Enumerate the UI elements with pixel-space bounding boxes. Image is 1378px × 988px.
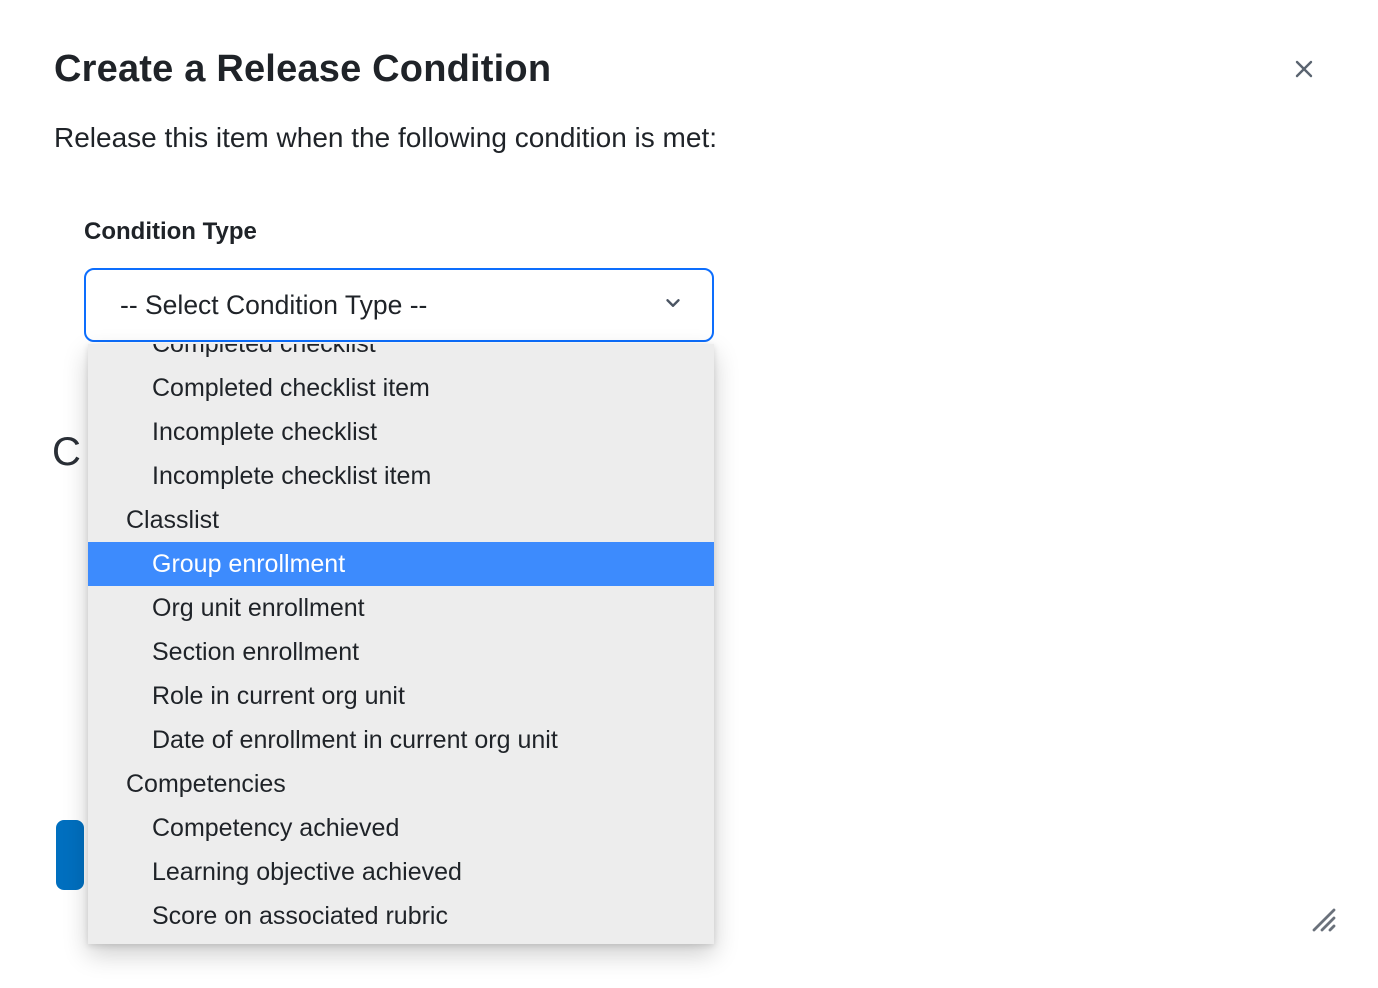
condition-option-learning-objective-achieved[interactable]: Learning objective achieved bbox=[88, 850, 714, 894]
condition-option-completed-checklist-item[interactable]: Completed checklist item bbox=[88, 366, 714, 410]
condition-option-score-on-associated-rubric[interactable]: Score on associated rubric bbox=[88, 894, 714, 938]
dialog-title: Create a Release Condition bbox=[54, 48, 551, 91]
condition-option-role-in-current-org-unit[interactable]: Role in current org unit bbox=[88, 674, 714, 718]
condition-option-incomplete-checklist-item[interactable]: Incomplete checklist item bbox=[88, 454, 714, 498]
condition-option-section-enrollment[interactable]: Section enrollment bbox=[88, 630, 714, 674]
condition-type-dropdown[interactable]: Completed checklist Completed checklist … bbox=[88, 344, 714, 944]
condition-option-org-unit-enrollment[interactable]: Org unit enrollment bbox=[88, 586, 714, 630]
condition-option-date-of-enrollment[interactable]: Date of enrollment in current org unit bbox=[88, 718, 714, 762]
condition-group-classlist: Classlist bbox=[88, 498, 714, 542]
condition-type-select[interactable]: -- Select Condition Type -- bbox=[84, 268, 714, 342]
condition-option-incomplete-checklist[interactable]: Incomplete checklist bbox=[88, 410, 714, 454]
dialog-subtitle: Release this item when the following con… bbox=[54, 122, 717, 154]
obscured-heading-letter: C bbox=[52, 430, 81, 475]
condition-option-group-enrollment[interactable]: Group enrollment bbox=[88, 542, 714, 586]
close-icon bbox=[1292, 57, 1316, 84]
primary-action-button-obscured[interactable] bbox=[56, 820, 84, 890]
condition-type-label: Condition Type bbox=[84, 218, 257, 246]
chevron-down-icon bbox=[662, 292, 684, 319]
condition-group-competencies: Competencies bbox=[88, 762, 714, 806]
dropdown-clipped-top: Completed checklist bbox=[88, 344, 714, 366]
condition-option-competency-achieved[interactable]: Competency achieved bbox=[88, 806, 714, 850]
dialog-create-release-condition: Create a Release Condition Release this … bbox=[0, 0, 1378, 988]
condition-option-clipped[interactable]: Completed checklist bbox=[88, 344, 714, 366]
resize-handle-icon[interactable] bbox=[1304, 900, 1336, 932]
close-button[interactable] bbox=[1284, 50, 1324, 90]
condition-type-selected-value: -- Select Condition Type -- bbox=[120, 290, 427, 321]
